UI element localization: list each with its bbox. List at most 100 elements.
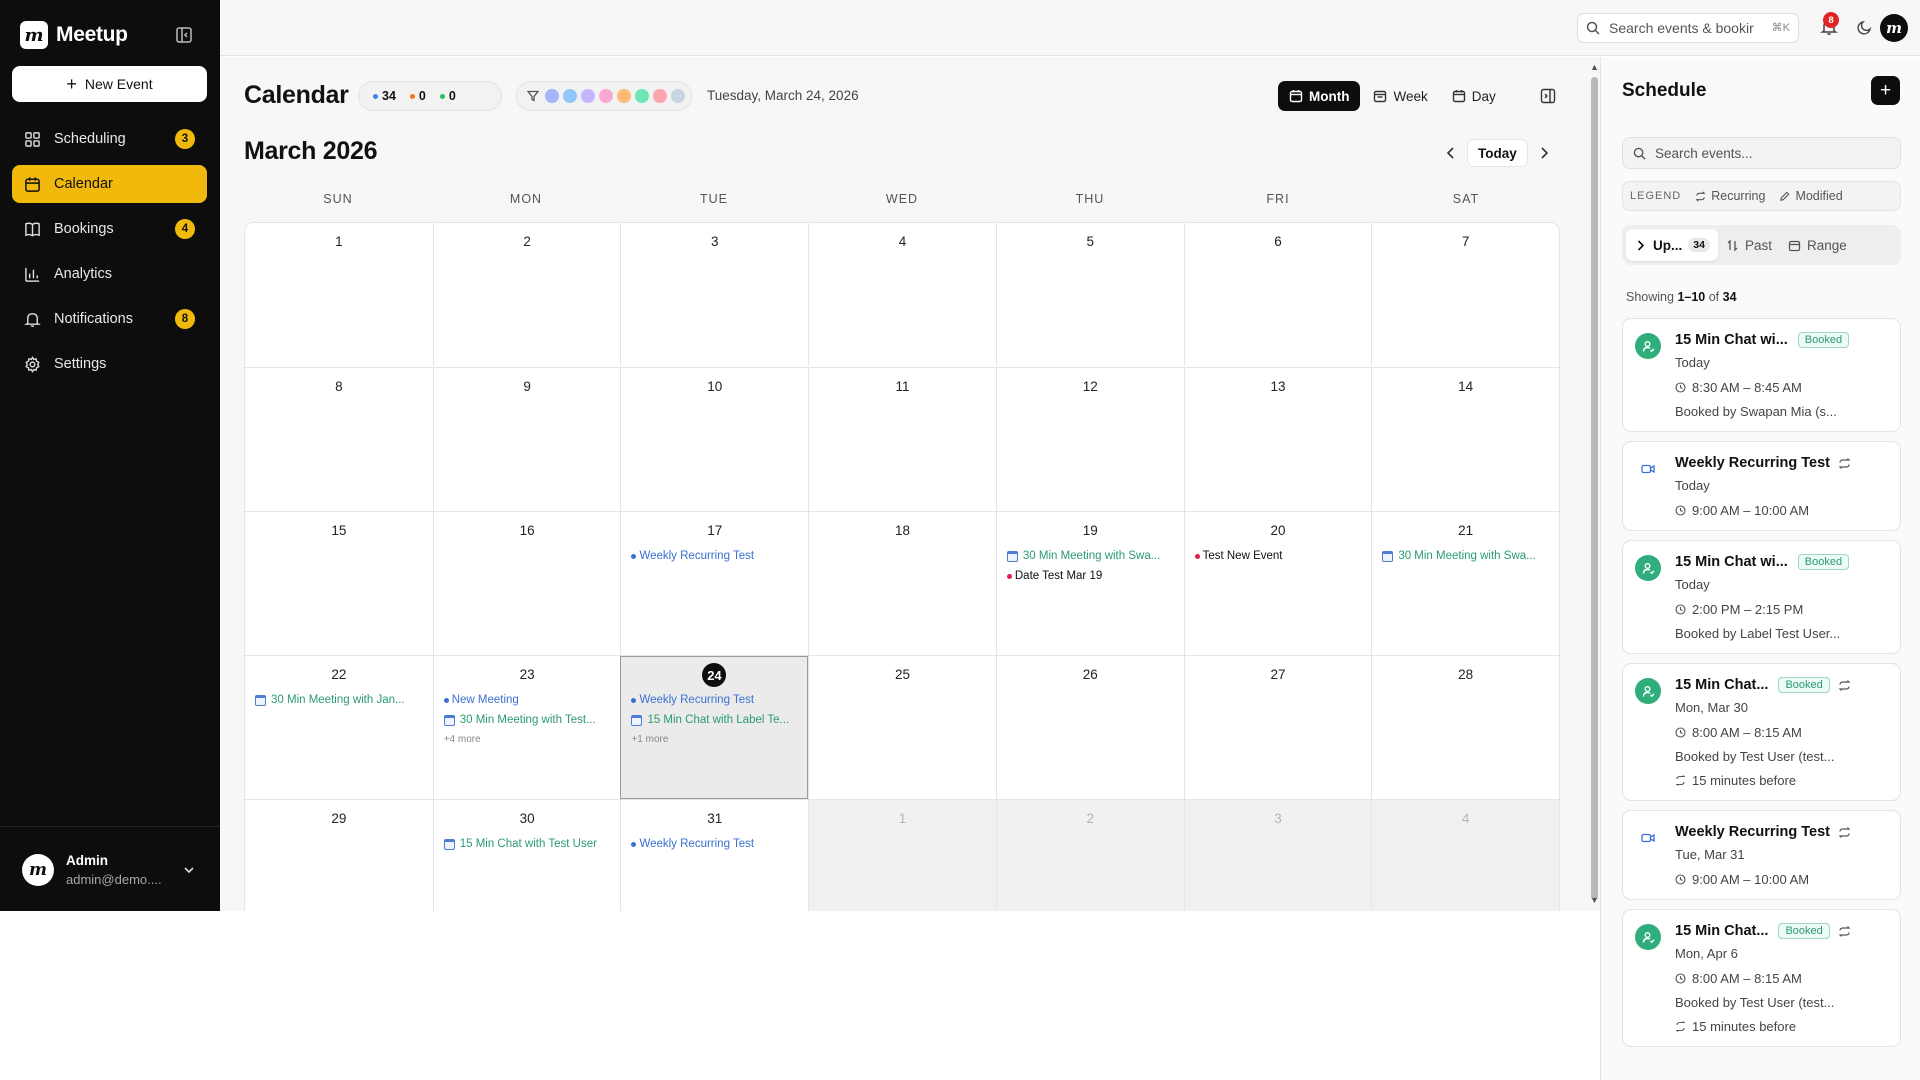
calendar-day-cell[interactable]: 6 [1183, 223, 1372, 366]
color-filter-dot[interactable] [599, 89, 613, 103]
calendar-day-cell[interactable]: 2 [995, 800, 1184, 911]
calendar-day-cell[interactable]: 30 15 Min Chat with Test User [432, 800, 621, 911]
calendar-day-cell[interactable]: 2 [432, 223, 621, 366]
calendar-day-cell[interactable]: 20 Test New Event [1183, 512, 1372, 655]
calendar-day-cell[interactable]: 22 30 Min Meeting with Jan... [245, 656, 433, 799]
calendar-event[interactable]: Date Test Mar 19 [1006, 566, 1178, 586]
calendar-day-cell[interactable]: 15 [245, 512, 433, 655]
view-day-button[interactable]: Day [1441, 81, 1507, 111]
schedule-event-card[interactable]: 15 Min Chat... Booked Mon, Apr 6 8:00 AM – … [1622, 909, 1901, 1047]
tab-past[interactable]: Past [1718, 229, 1780, 261]
sidebar-collapse-icon[interactable] [175, 26, 193, 44]
calendar-event[interactable]: Test New Event [1194, 546, 1366, 566]
add-event-button[interactable]: + [1871, 76, 1900, 105]
calendar-day-cell[interactable]: 14 [1371, 368, 1559, 511]
calendar-day-cell[interactable]: 19 30 Min Meeting with Swa... Date Test Ma… [995, 512, 1184, 655]
calendar-day-cell[interactable]: 28 [1371, 656, 1559, 799]
color-filter[interactable] [516, 81, 692, 111]
calendar-event[interactable]: Weekly Recurring Test [631, 690, 802, 710]
today-button[interactable]: Today [1467, 139, 1528, 167]
more-events-link[interactable]: +4 more [444, 734, 615, 745]
color-filter-dot[interactable] [653, 89, 667, 103]
calendar-day-cell[interactable]: 1 [808, 800, 996, 911]
calendar-day-cell[interactable]: 17 Weekly Recurring Test [620, 512, 809, 655]
calendar-event[interactable]: 30 Min Meeting with Swa... [1006, 546, 1178, 566]
calendar-event[interactable]: Weekly Recurring Test [631, 546, 802, 566]
dark-mode-toggle-icon[interactable] [1857, 19, 1873, 35]
brand[interactable]: m Meetup [20, 20, 128, 50]
sidebar-item-bookings[interactable]: Bookings 4 [12, 210, 207, 248]
event-title-row: 15 Min Chat... Booked [1675, 922, 1888, 940]
calendar-day-cell[interactable]: 26 [995, 656, 1184, 799]
color-filter-dot[interactable] [635, 89, 649, 103]
calendar-day-cell[interactable]: 27 [1183, 656, 1372, 799]
calendar-event[interactable]: 30 Min Meeting with Swa... [1382, 546, 1553, 566]
chevron-down-icon[interactable] [182, 863, 196, 877]
scrollbar-thumb[interactable] [1591, 77, 1598, 900]
schedule-event-card[interactable]: Weekly Recurring Test Tue, Mar 31 9:00 AM … [1622, 810, 1901, 900]
vertical-scrollbar[interactable]: ▲ ▼ [1588, 57, 1600, 911]
schedule-event-card[interactable]: Weekly Recurring Test Today 9:00 AM – 10:0… [1622, 441, 1901, 531]
view-month-button[interactable]: Month [1278, 81, 1361, 111]
schedule-search-input[interactable]: Search events... [1622, 137, 1901, 169]
calendar-day-cell[interactable]: 9 [432, 368, 621, 511]
sidebar-item-notifications[interactable]: Notifications 8 [12, 300, 207, 338]
color-filter-dot[interactable] [581, 89, 595, 103]
calendar-day-cell[interactable]: 13 [1183, 368, 1372, 511]
new-event-button[interactable]: + New Event [12, 66, 207, 102]
scroll-up-icon[interactable]: ▲ [1590, 62, 1599, 72]
schedule-event-card[interactable]: 15 Min Chat wi... Booked Today 8:30 AM – 8:… [1622, 318, 1901, 432]
calendar-event[interactable]: 15 Min Chat with Label Te... [631, 710, 802, 730]
calendar-event[interactable]: 15 Min Chat with Test User [443, 834, 615, 854]
global-search-input[interactable]: Search events & bookir ⌘K [1577, 13, 1799, 43]
view-week-button[interactable]: Week [1362, 81, 1438, 111]
calendar-day-cell[interactable]: 1 [245, 223, 433, 366]
calendar-day-cell[interactable]: 31 Weekly Recurring Test [620, 800, 809, 911]
previous-month-icon[interactable] [1443, 145, 1459, 161]
calendar-day-cell[interactable]: 4 [808, 223, 996, 366]
calendar-day-cell[interactable]: 23 New Meeting 30 Min Meeting with Test...… [432, 656, 621, 799]
calendar-day-cell[interactable]: 3 [1183, 800, 1372, 911]
calendar-day-cell[interactable]: 3 [620, 223, 809, 366]
sidebar-item-calendar[interactable]: Calendar [12, 165, 207, 203]
calendar-day-cell[interactable]: 25 [808, 656, 996, 799]
color-filter-dot[interactable] [545, 89, 559, 103]
calendar-day-cell[interactable]: 4 [1371, 800, 1559, 911]
calendar-event[interactable]: New Meeting [443, 690, 615, 710]
event-title: 15 Min Chat wi... [1675, 332, 1788, 348]
day-number: 28 [1458, 667, 1474, 682]
calendar-event[interactable]: 30 Min Meeting with Test... [443, 710, 615, 730]
calendar-event[interactable]: 30 Min Meeting with Jan... [255, 690, 427, 710]
scroll-down-icon[interactable]: ▼ [1590, 895, 1599, 905]
calendar-day-cell[interactable]: 29 [245, 800, 433, 911]
stat-total: 34 [373, 89, 396, 103]
panel-toggle-icon[interactable] [1540, 88, 1556, 104]
calendar-day-cell[interactable]: 24 Weekly Recurring Test 15 Min Chat with … [620, 656, 809, 799]
next-month-icon[interactable] [1536, 145, 1552, 161]
user-menu[interactable]: m Admin admin@demo.... [0, 826, 220, 911]
tab-upcoming[interactable]: Up... 34 [1626, 229, 1718, 261]
schedule-event-card[interactable]: 15 Min Chat... Booked Mon, Mar 30 8:00 AM –… [1622, 663, 1901, 801]
calendar-day-cell[interactable]: 12 [995, 368, 1184, 511]
calendar-day-cell[interactable]: 8 [245, 368, 433, 511]
calendar-day-cell[interactable]: 5 [995, 223, 1184, 366]
sidebar-item-scheduling[interactable]: Scheduling 3 [12, 120, 207, 158]
filter-icon[interactable] [527, 90, 539, 102]
calendar-day-cell[interactable]: 7 [1371, 223, 1559, 366]
calendar-day-cell[interactable]: 11 [808, 368, 996, 511]
more-events-link[interactable]: +1 more [631, 734, 802, 745]
calendar-event[interactable]: Weekly Recurring Test [631, 834, 802, 854]
color-filter-dot[interactable] [671, 89, 685, 103]
calendar-day-cell[interactable]: 21 30 Min Meeting with Swa... [1371, 512, 1559, 655]
calendar-day-cell[interactable]: 16 [432, 512, 621, 655]
color-filter-dot[interactable] [617, 89, 631, 103]
calendar-day-cell[interactable]: 18 [808, 512, 996, 655]
sidebar-item-analytics[interactable]: Analytics [12, 255, 207, 293]
avatar[interactable]: m [1880, 14, 1908, 42]
day-number: 8 [335, 379, 343, 394]
color-filter-dot[interactable] [563, 89, 577, 103]
sidebar-item-settings[interactable]: Settings [12, 345, 207, 383]
tab-range[interactable]: Range [1780, 229, 1855, 261]
schedule-event-card[interactable]: 15 Min Chat wi... Booked Today 2:00 PM – 2:… [1622, 540, 1901, 654]
calendar-day-cell[interactable]: 10 [620, 368, 809, 511]
